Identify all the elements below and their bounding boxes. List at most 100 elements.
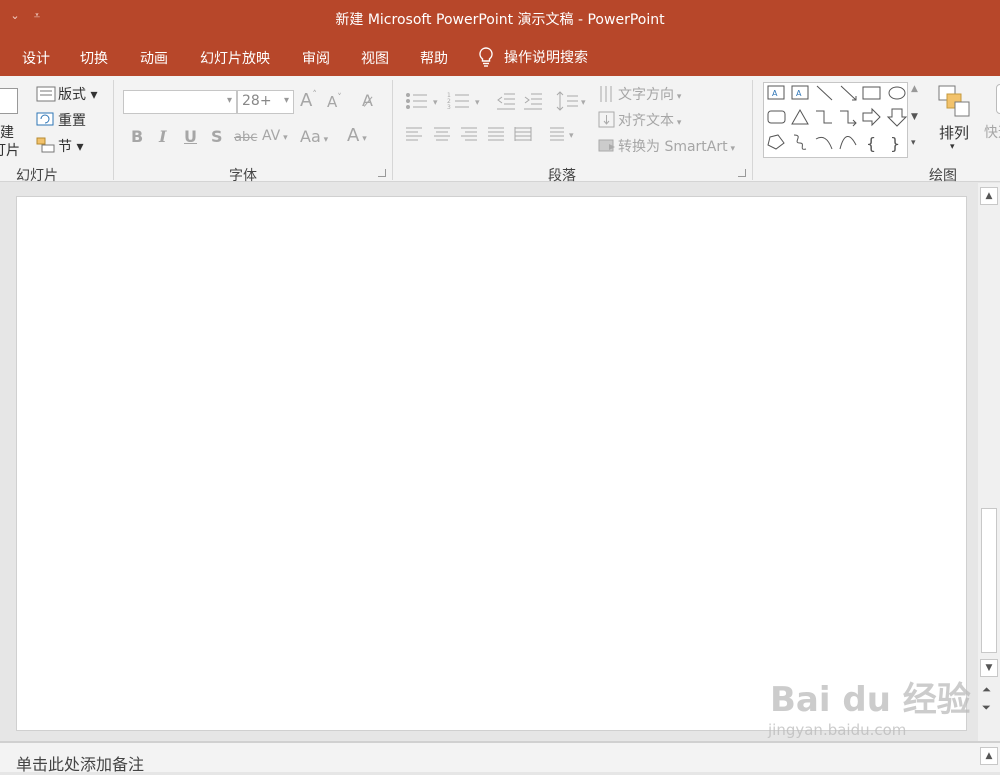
- reset-button[interactable]: 重置: [58, 110, 86, 130]
- bold-button[interactable]: B: [131, 127, 143, 146]
- clear-format-icon[interactable]: A̷: [362, 91, 373, 110]
- font-dialog-launcher-icon[interactable]: [378, 169, 386, 177]
- align-right-icon: [461, 127, 477, 141]
- change-case-button[interactable]: Aa ▾: [300, 127, 328, 146]
- tell-me-search[interactable]: 操作说明搜索: [476, 46, 588, 68]
- paragraph-dialog-launcher-icon[interactable]: [738, 169, 746, 177]
- title-bar: ⌄ ⩡ 新建 Microsoft PowerPoint 演示文稿 - PowerP…: [0, 0, 1000, 38]
- shadow-button[interactable]: S: [211, 127, 223, 146]
- justify-icon: [488, 127, 504, 141]
- smartart-icon: [598, 139, 615, 152]
- font-name-box[interactable]: ▾: [123, 90, 237, 114]
- tab-animations[interactable]: 动画: [140, 48, 168, 68]
- tell-me-label: 操作说明搜索: [504, 50, 588, 66]
- new-slide-label-2[interactable]: 灯片: [0, 140, 20, 160]
- group-label-paragraph: 段落: [548, 168, 576, 184]
- elbow-arrow-icon: [840, 110, 857, 127]
- ribbon-tabs: 设计 切换 动画 幻灯片放映 审阅 视图 帮助 操作说明搜索: [0, 38, 1000, 76]
- notes-scroll-up-icon[interactable]: ▲: [980, 747, 998, 765]
- oval-icon: [888, 86, 906, 100]
- tab-transitions[interactable]: 切换: [80, 48, 108, 68]
- tab-help[interactable]: 帮助: [420, 48, 448, 68]
- font-size-box[interactable]: 28+ ▾: [237, 90, 294, 114]
- convert-smartart-button[interactable]: 转换为 SmartArt ▾: [618, 136, 735, 156]
- watermark-brand: Bai du 经验: [770, 680, 971, 720]
- arrow-line-icon: [840, 85, 857, 101]
- bullets-icon[interactable]: ▾: [405, 92, 445, 110]
- scroll-down-icon[interactable]: ▼: [980, 659, 998, 677]
- svg-text:A: A: [772, 89, 778, 98]
- right-arrow-icon: [862, 107, 881, 127]
- watermark-url: jingyan.baidu.com: [768, 721, 907, 739]
- grow-font-icon[interactable]: A˄: [300, 90, 317, 111]
- ribbon: 建 灯片 版式 ▾ 重置 节 ▾ 幻灯片 ▾ 28+▾ A˄ A˅ A̷ B I…: [0, 76, 1000, 184]
- dropdown-arrow-icon: ▾: [283, 95, 289, 106]
- left-brace-icon: {: [866, 134, 876, 153]
- shrink-font-icon[interactable]: A˅: [327, 93, 342, 111]
- window-title: 新建 Microsoft PowerPoint 演示文稿 - PowerPoin…: [335, 12, 665, 28]
- tab-view[interactable]: 视图: [361, 48, 389, 68]
- svg-text:▾: ▾: [581, 98, 586, 108]
- shapes-gallery-scroll: ▲ ▼ ▾: [907, 82, 926, 158]
- section-icon: [36, 137, 55, 153]
- line-spacing-icon[interactable]: ▾: [556, 90, 590, 112]
- gallery-down-icon[interactable]: ▼: [911, 112, 918, 122]
- gallery-up-icon[interactable]: ▲: [911, 84, 918, 94]
- align-text-button[interactable]: 对齐文本 ▾: [618, 110, 681, 130]
- svg-text:3: 3: [447, 104, 451, 110]
- notes-pane[interactable]: 单击此处添加备注 ▲: [0, 741, 1000, 775]
- previous-slide-icon[interactable]: ⏶: [982, 683, 991, 697]
- tab-review[interactable]: 审阅: [302, 48, 330, 68]
- arrange-button[interactable]: 排列: [939, 122, 969, 143]
- section-button[interactable]: 节 ▾: [58, 136, 83, 156]
- char-spacing-button[interactable]: AV ▾: [262, 128, 288, 144]
- layout-button[interactable]: 版式 ▾: [58, 84, 97, 104]
- numbering-icon[interactable]: 123 ▾: [447, 92, 487, 110]
- group-label-drawing: 绘图: [929, 168, 957, 184]
- quick-styles-button[interactable]: 快速: [984, 122, 1000, 142]
- underline-button[interactable]: U: [184, 127, 197, 146]
- strikethrough-button[interactable]: abc: [234, 130, 257, 145]
- vertical-scrollbar[interactable]: ▲ ▼ ⏶ ⏷: [978, 183, 1000, 741]
- font-color-button[interactable]: A ▾: [347, 125, 367, 146]
- curve-icon: [839, 136, 857, 150]
- svg-text:▾: ▾: [475, 98, 480, 108]
- slide-canvas[interactable]: [16, 196, 967, 731]
- gallery-more-icon[interactable]: ▾: [911, 138, 916, 148]
- tab-slideshow[interactable]: 幻灯片放映: [200, 48, 270, 68]
- svg-text:▾: ▾: [433, 98, 438, 108]
- decrease-indent-icon[interactable]: [496, 92, 516, 110]
- baidu-watermark: Bai du 经验 jingyan.baidu.com: [768, 672, 971, 739]
- group-separator: [392, 80, 393, 180]
- triangle-icon: [791, 108, 809, 125]
- tab-design[interactable]: 设计: [22, 48, 50, 68]
- new-slide-icon[interactable]: [0, 88, 18, 114]
- group-label-font: 字体: [229, 168, 257, 184]
- arrange-icon: [938, 85, 970, 117]
- lightbulb-icon: [479, 47, 493, 67]
- notes-placeholder[interactable]: 单击此处添加备注: [16, 751, 144, 775]
- next-slide-icon[interactable]: ⏷: [982, 701, 991, 715]
- italic-button[interactable]: I: [159, 127, 166, 146]
- dropdown-arrow-icon: ▾: [226, 95, 232, 106]
- text-direction-button[interactable]: 文字方向 ▾: [618, 84, 681, 104]
- elbow-connector-icon: [816, 110, 832, 124]
- arc-icon: [815, 136, 833, 150]
- new-slide-label[interactable]: 建: [0, 122, 14, 142]
- shapes-gallery[interactable]: A A { }: [763, 82, 926, 158]
- scribble-icon: [793, 134, 807, 150]
- line-icon: [816, 85, 833, 101]
- shapes-gallery-icons: A A { }: [767, 85, 908, 153]
- rectangle-icon: [862, 86, 881, 100]
- svg-text:▾: ▾: [569, 131, 574, 141]
- freeform-icon: [767, 134, 785, 150]
- scroll-thumb[interactable]: [981, 508, 997, 653]
- columns-icon[interactable]: ▾: [548, 126, 578, 144]
- quick-styles-icon: [996, 84, 1000, 114]
- align-left-icon: [406, 127, 422, 141]
- increase-indent-icon[interactable]: [523, 92, 543, 110]
- scroll-up-icon[interactable]: ▲: [980, 187, 998, 205]
- group-label-slides: 幻灯片: [16, 168, 58, 184]
- slide-editing-area: [0, 183, 978, 741]
- down-arrow-icon: [886, 108, 908, 127]
